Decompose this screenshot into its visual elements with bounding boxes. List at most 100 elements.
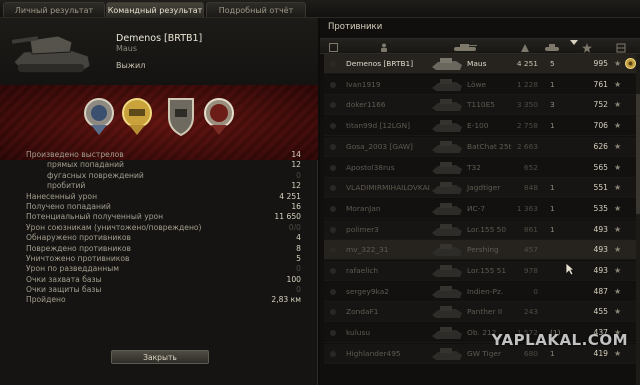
stat-value: 0 — [296, 285, 301, 295]
enemy-xp: 626 — [593, 141, 609, 151]
enemy-xp: 761 — [593, 79, 609, 89]
mouse-cursor-icon — [565, 262, 575, 276]
tab-detailed-report[interactable]: Подробный отчёт — [206, 2, 306, 17]
tank-thumbnail-icon — [432, 182, 462, 195]
stat-label: Нанесенный урон — [26, 191, 98, 201]
scrollbar-thumb[interactable] — [636, 94, 640, 214]
enemy-tank-name: Löwe — [467, 79, 487, 89]
enemy-tank-name: E-100 — [467, 121, 489, 131]
stat-enemies-spotted: Обнаружено противников 4 — [26, 233, 301, 243]
player-header: Demenos [BRTB1] Maus Выжил — [0, 18, 318, 85]
enemy-player-name: Apostol38rus — [346, 162, 395, 172]
stat-value: 0 — [296, 170, 301, 180]
squad-marker — [330, 226, 336, 233]
enemy-xp: 706 — [593, 121, 609, 131]
star-icon: ★ — [614, 183, 622, 193]
tank-thumbnail-icon — [432, 327, 462, 340]
tank-thumbnail-icon — [432, 120, 462, 133]
medal-icon[interactable] — [120, 91, 154, 137]
enemy-xp: 493 — [593, 245, 609, 255]
tank-thumbnail-icon — [432, 99, 462, 112]
stat-shots-fired: Произведено выстрелов 14 — [26, 150, 301, 160]
enemy-damage: 0 — [533, 286, 538, 296]
stat-label: Получено попаданий — [26, 201, 111, 211]
stat-value: 11 650 — [274, 212, 301, 222]
stat-defense-points: Очки защиты базы 0 — [26, 285, 301, 295]
medal-icon[interactable] — [82, 91, 116, 137]
enemy-player-name: rafaelich — [346, 266, 379, 275]
star-icon: ★ — [614, 79, 622, 89]
medal-icon[interactable] — [164, 91, 198, 137]
enemy-kills: 1 — [550, 183, 555, 193]
enemy-xp: 493 — [593, 224, 609, 234]
stat-value: 0 — [296, 264, 301, 274]
tab-team-result[interactable]: Командный результат — [106, 2, 204, 17]
stat-value: 100 — [286, 274, 302, 284]
enemy-damage: 848 — [523, 183, 538, 193]
enemy-tank-name: Jagdtiger — [467, 183, 501, 193]
enemy-damage: 3 350 — [516, 100, 538, 110]
tank-image — [11, 35, 91, 73]
enemy-xp: 995 — [593, 59, 609, 68]
stat-label: Произведено выстрелов — [26, 150, 124, 159]
enemy-row[interactable]: mv_322_31 Pershing 457 493 ★ — [324, 240, 638, 261]
stats-list: Произведено выстрелов 14 прямых попаданий… — [26, 150, 301, 306]
star-icon: ★ — [614, 162, 622, 172]
tab-personal-result[interactable]: Личный результат — [3, 2, 105, 17]
tank-thumbnail-icon — [432, 161, 462, 174]
enemy-row[interactable]: titan99d [12LGN] E-100 2 758 1 706 ★ — [324, 116, 638, 137]
xp-sort-icon[interactable] — [570, 40, 578, 45]
stat-value: 4 251 — [279, 191, 301, 201]
enemy-row[interactable]: sergey9ka2 Indien-Pz. 0 487 ★ — [324, 281, 638, 302]
enemy-row[interactable]: MoranJan ИС-7 1 363 1 535 ★ — [324, 198, 638, 219]
stat-value: 5 — [296, 253, 301, 263]
star-icon: ★ — [614, 121, 622, 131]
stat-label: Потенциальный полученный урон — [26, 212, 164, 222]
kills-icon[interactable] — [544, 43, 560, 52]
squad-marker — [330, 268, 336, 274]
enemy-kills: 5 — [550, 59, 555, 68]
personal-panel: Demenos [BRTB1] Maus Выжил Произведено в… — [0, 18, 318, 385]
star-icon: ★ — [614, 286, 622, 296]
tank-icon[interactable] — [452, 43, 478, 52]
enemy-row[interactable]: Ivan1919 Löwe 1 228 1 761 ★ — [324, 74, 638, 95]
star-icon[interactable] — [582, 43, 592, 53]
squad-icon[interactable] — [329, 43, 338, 52]
close-button[interactable]: Закрыть — [111, 350, 209, 364]
enemy-tank-name: Panther II — [467, 307, 503, 317]
enemy-row[interactable]: polimer3 Lor.155 50 861 1 493 ★ — [324, 219, 638, 240]
scrollbar[interactable] — [636, 54, 640, 385]
tank-thumbnail-icon — [432, 285, 462, 298]
star-icon: ★ — [614, 224, 622, 234]
enemy-damage: 1 363 — [516, 203, 538, 213]
rank-icon[interactable] — [616, 43, 626, 53]
player-icon[interactable] — [380, 43, 388, 52]
tank-thumbnail-icon — [432, 223, 462, 236]
enemy-row[interactable]: rafaelich Lor.155 51 978 493 ★ — [324, 261, 638, 281]
enemy-player-name: VLADIMIRMIHAILOVKAI — [346, 183, 430, 193]
enemy-player-name: polimer3 — [346, 224, 379, 234]
enemy-row[interactable]: VLADIMIRMIHAILOVKAI Jagdtiger 848 1 551 ★ — [324, 178, 638, 199]
enemy-xp: 551 — [593, 183, 609, 193]
stat-distance: Пройдено 2,83 км — [26, 295, 301, 305]
enemy-xp: 535 — [593, 203, 609, 213]
stat-label: Урон союзникам (уничтожено/повреждено) — [26, 222, 202, 232]
enemy-row[interactable]: Apostol38rus T32 652 565 ★ — [324, 157, 638, 178]
enemy-player-name: mv_322_31 — [346, 245, 389, 255]
enemy-xp: 455 — [593, 307, 609, 317]
enemy-row[interactable]: Demenos [BRTB1] Maus 4 251 5 995 ★ — [324, 54, 638, 74]
enemy-tank-name: T32 — [467, 162, 481, 172]
medal-icon[interactable] — [202, 91, 236, 137]
stat-value: 12 — [291, 160, 301, 170]
enemy-tank-name: ИС-7 — [467, 203, 486, 213]
damage-icon[interactable] — [520, 43, 530, 53]
enemy-player-name: Gosa_2003 [GAW] — [346, 141, 413, 151]
enemy-row[interactable]: Gosa_2003 [GAW] BatChat 25t 2 663 626 ★ — [324, 136, 638, 157]
enemy-row[interactable]: doker1166 T110E5 3 350 3 752 ★ — [324, 95, 638, 116]
stat-damage-dealt: Нанесенный урон 4 251 — [26, 192, 301, 202]
star-icon: ★ — [614, 141, 622, 151]
enemy-row[interactable]: ZondaF1 Panther II 243 455 ★ — [324, 302, 638, 323]
enemy-tank-name: Indien-Pz. — [467, 286, 504, 296]
survival-status: Выжил — [116, 61, 146, 70]
enemy-tank-name: Pershing — [467, 245, 499, 255]
